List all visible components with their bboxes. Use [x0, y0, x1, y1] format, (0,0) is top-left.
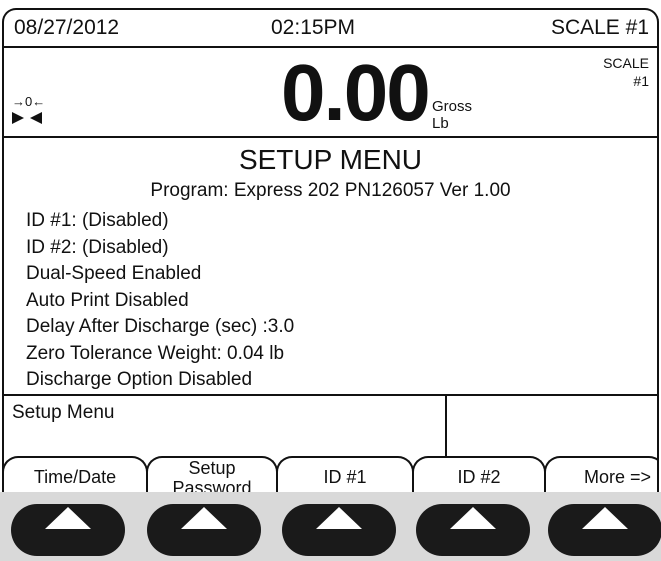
hardware-button-5[interactable]: [548, 504, 661, 556]
up-triangle-icon: [316, 507, 362, 529]
setup-status-list: ID #1: (Disabled) ID #2: (Disabled) Dual…: [26, 208, 294, 394]
indicator-display: 08/27/2012 02:15PM SCALE #1 →0← 0.00 Gro…: [0, 0, 661, 561]
program-info: Program: Express 202 PN126057 Ver 1.00: [150, 180, 511, 201]
list-item: ID #2: (Disabled): [26, 236, 169, 258]
status-header: 08/27/2012 02:15PM SCALE #1: [4, 10, 657, 48]
list-item: Zero Tolerance Weight: 0.04 lb: [26, 342, 285, 364]
scale-number: SCALE #1: [550, 16, 649, 39]
hardware-button-3[interactable]: [282, 504, 396, 556]
weight-mode: Gross: [432, 98, 473, 115]
softkey-id2[interactable]: ID #2: [412, 456, 546, 492]
up-triangle-icon: [181, 507, 227, 529]
list-item: Dual-Speed Enabled: [26, 263, 202, 284]
softkey-id1[interactable]: ID #1: [276, 456, 414, 492]
message-label: Setup Menu: [12, 402, 115, 423]
message-divider: [445, 396, 447, 456]
date-display: 08/27/2012: [14, 16, 120, 39]
center-of-zero-indicator: →0←: [12, 94, 46, 130]
softkey-bar: Time/Date Setup Password ID #1 ID #2 Mor…: [4, 456, 657, 492]
list-item: Delay After Discharge (sec) :3.0: [26, 316, 295, 337]
hardware-button-4[interactable]: [416, 504, 530, 556]
softkey-label: ID #1: [323, 467, 367, 487]
weight-unit: Lb: [432, 115, 449, 132]
softkey-setup-password[interactable]: Setup Password: [146, 456, 278, 492]
up-triangle-icon: [45, 507, 91, 529]
scale-indicator: SCALE #1: [603, 54, 649, 90]
page-title: SETUP MENU: [238, 144, 423, 175]
setup-panel: SETUP MENU Program: Express 202 PN126057…: [4, 138, 657, 396]
list-item: Auto Print Disabled: [26, 289, 189, 311]
hardware-button-row: [0, 492, 661, 561]
scale-indicator-line1: SCALE: [603, 55, 649, 71]
hardware-button-1[interactable]: [11, 504, 125, 556]
list-item: ID #1: (Disabled): [26, 210, 169, 231]
softkey-more[interactable]: More =>: [544, 456, 657, 492]
softkey-label: ID #2: [457, 467, 501, 487]
up-triangle-icon: [450, 507, 496, 529]
softkey-time-date[interactable]: Time/Date: [4, 456, 148, 492]
weight-display: →0← 0.00 Gross Lb SCALE #1: [4, 48, 657, 138]
message-area: Setup Menu: [4, 396, 657, 456]
weight-value: 0.00: [281, 48, 431, 137]
hardware-button-2[interactable]: [147, 504, 261, 556]
softkey-label: Setup: [188, 458, 236, 478]
softkey-label: Time/Date: [33, 467, 117, 487]
up-triangle-icon: [582, 507, 628, 529]
list-item: Discharge Option Disabled: [26, 369, 253, 390]
time-display: 02:15PM: [271, 16, 356, 39]
zero-indicator-text: →0←: [12, 94, 46, 109]
lcd-screen: 08/27/2012 02:15PM SCALE #1 →0← 0.00 Gro…: [2, 8, 659, 492]
scale-indicator-line2: #1: [633, 73, 649, 89]
softkey-label: More =>: [583, 467, 652, 487]
zero-marker-icon: [12, 112, 42, 124]
softkey-label: Password: [172, 478, 252, 492]
